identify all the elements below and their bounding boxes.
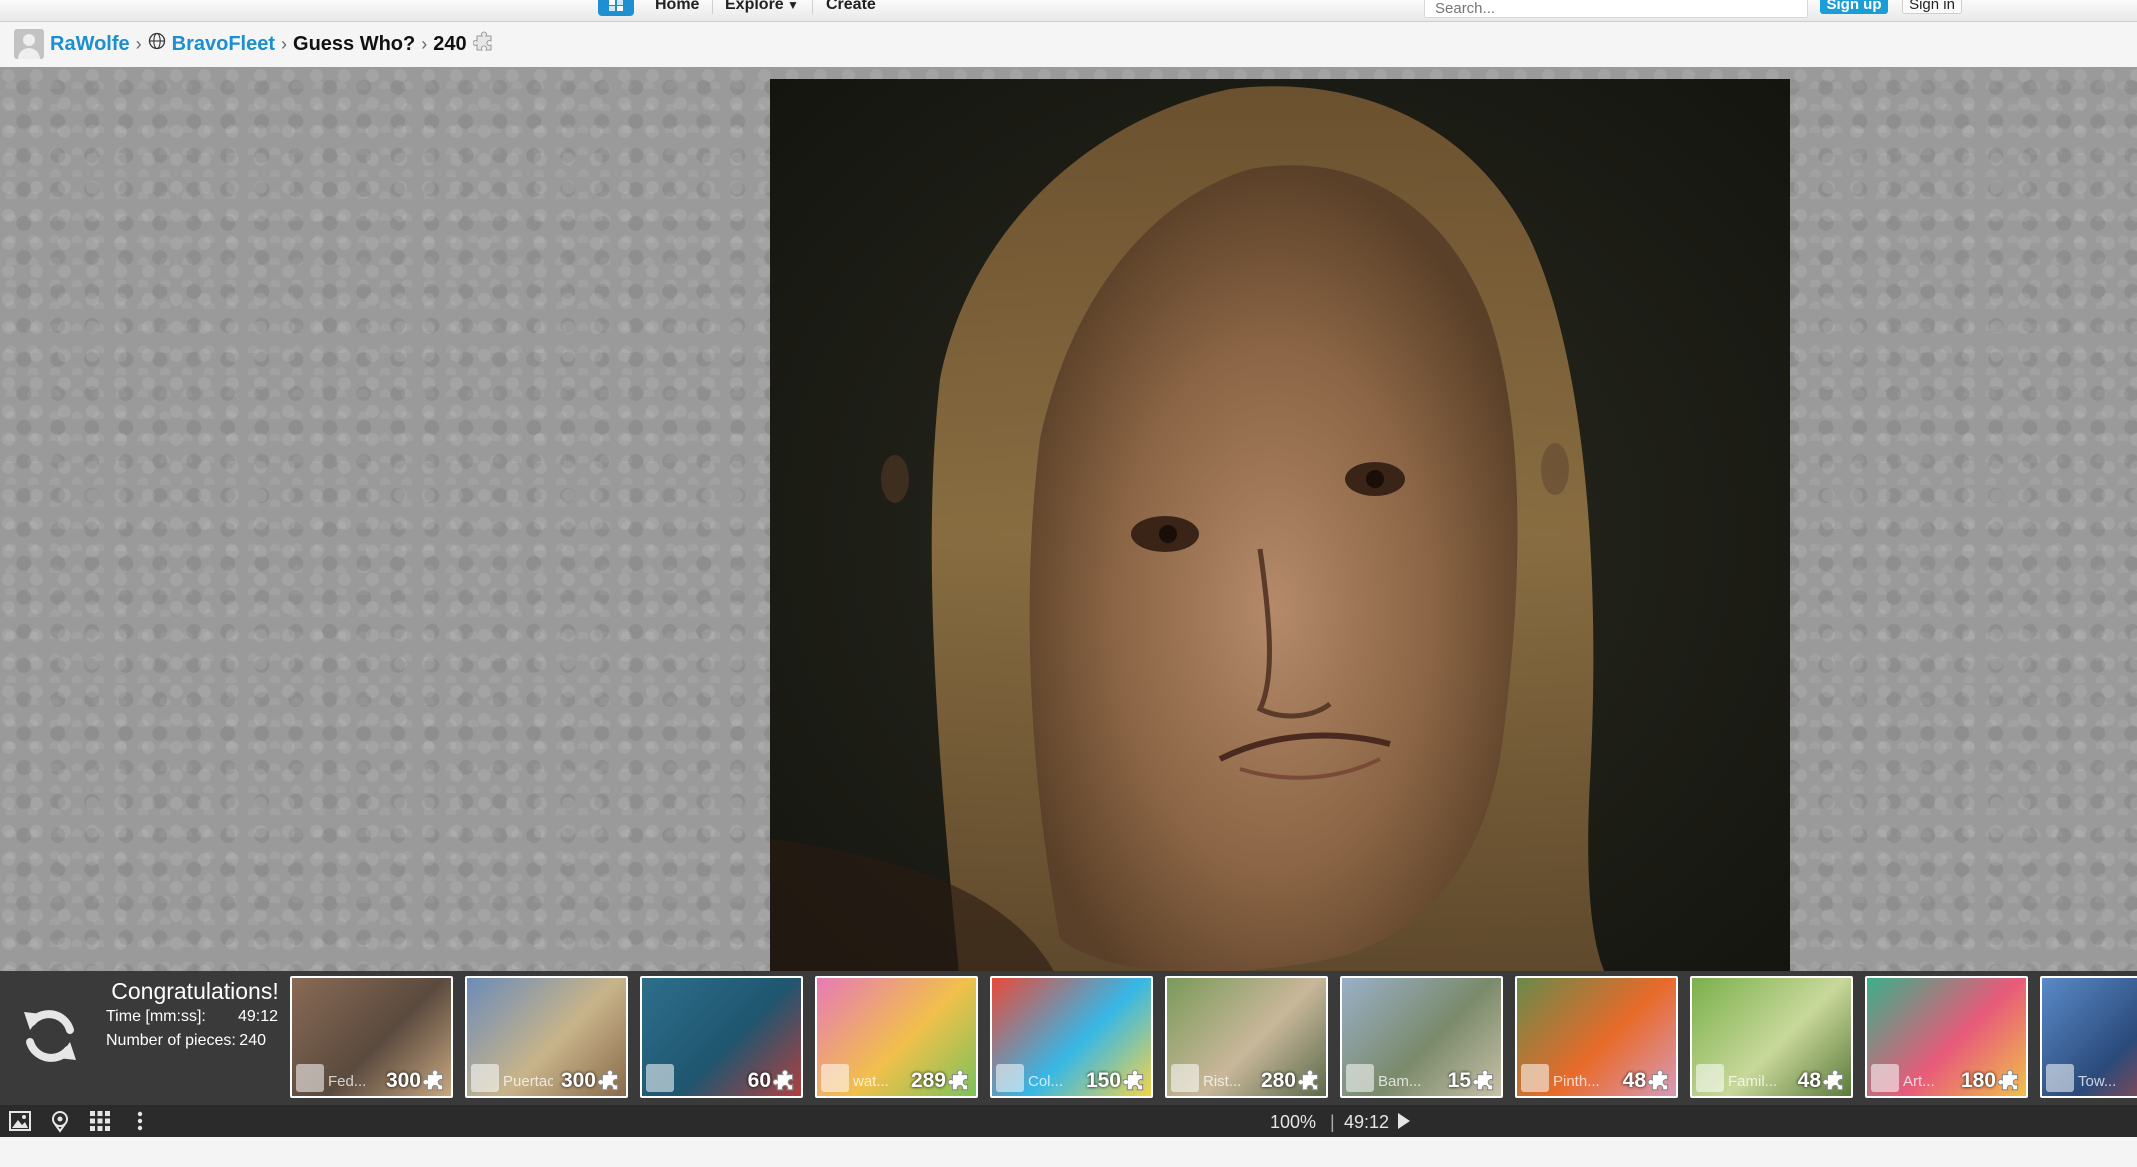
thumbnail-title: wat... (853, 1073, 889, 1090)
timer: 49:12 (1344, 1112, 1390, 1132)
time-value: 49:12 (237, 1008, 278, 1025)
puzzle-piece-icon (422, 1068, 447, 1092)
thumbnail-piece-count: 48 (1797, 1069, 1821, 1092)
puzzle-piece-icon (1297, 1068, 1322, 1092)
zoom-level: 100% (1270, 1112, 1317, 1132)
thumbnail-piece-count: 180 (1960, 1069, 1996, 1092)
thumbnail-avatar (1521, 1064, 1549, 1092)
thumbnail-title: Fed... (328, 1073, 367, 1090)
breadcrumb-user[interactable]: RaWolfe (50, 33, 130, 56)
thumbnail-piece-count: 150 (1085, 1069, 1121, 1092)
nav-divider (812, 0, 813, 14)
breadcrumb: RaWolfe › BravoFleet › Guess Who? › 240 (14, 28, 495, 60)
breadcrumb-pieces: 240 (433, 32, 467, 55)
chevron-down-icon[interactable]: ▼ (787, 0, 799, 12)
signin-button[interactable]: Sign in (1902, 0, 1962, 14)
thumbnail-title: Famil... (1728, 1073, 1778, 1090)
thumbnail-title: Rist... (1203, 1073, 1242, 1090)
puzzle-piece-icon (1647, 1068, 1672, 1092)
thumbnail-card[interactable]: Rist... 280 (1165, 976, 1328, 1098)
thumbnail-card[interactable]: Bam... 15 (1340, 976, 1503, 1098)
thumbnail-title: Col... (1028, 1073, 1064, 1090)
puzzle-piece-icon (947, 1068, 972, 1092)
reload-icon[interactable] (14, 1000, 86, 1072)
thumbnail-title: Puertac... (503, 1073, 553, 1090)
time-label: Time [mm:ss]: (106, 1008, 206, 1025)
thumbnail-avatar (2046, 1064, 2074, 1092)
nav-explore[interactable]: Explore (725, 0, 784, 14)
chevron-right-icon: › (421, 33, 428, 54)
thumbnail-avatar (821, 1064, 849, 1092)
user-avatar[interactable] (14, 29, 44, 59)
pieces-grid-icon[interactable] (88, 1109, 112, 1133)
thumbnail-card[interactable]: Col... 150 (990, 976, 1153, 1098)
thumbnail-avatar (1346, 1064, 1374, 1092)
nav-create[interactable]: Create (826, 0, 876, 14)
thumbnail-avatar (1696, 1064, 1724, 1092)
thumbnail-card[interactable]: Art... 180 (1865, 976, 2028, 1098)
thumbnail-piece-count: 300 (385, 1069, 421, 1092)
thumbnail-piece-count: 15 (1447, 1069, 1471, 1092)
more-menu-icon[interactable] (128, 1109, 152, 1133)
image-icon[interactable] (8, 1109, 32, 1133)
puzzle-piece-icon (1997, 1068, 2022, 1092)
search-input[interactable] (1424, 0, 1808, 18)
puzzle-piece-icon (772, 1068, 797, 1092)
thumbnail-title: Art... (1903, 1073, 1935, 1090)
thumbnail-card[interactable]: 60 (640, 976, 803, 1098)
puzzle-piece-icon (472, 30, 495, 58)
puzzle-piece-icon (1822, 1068, 1847, 1092)
thumbnail-avatar (996, 1064, 1024, 1092)
puzzle-logo-icon[interactable] (598, 0, 634, 16)
thumbnail-card[interactable]: Fed... 300 (290, 976, 453, 1098)
thumbnail-piece-count: 48 (1622, 1069, 1646, 1092)
breadcrumb-puzzle-title: Guess Who? (293, 32, 416, 55)
thumbnail-card[interactable]: Puertac... 300 (465, 976, 628, 1098)
nav-home[interactable]: Home (655, 0, 699, 14)
chevron-right-icon: › (135, 33, 142, 54)
thumbnail-avatar (1871, 1064, 1899, 1092)
thumbnail-card[interactable]: wat... 289 (815, 976, 978, 1098)
completed-puzzle-image[interactable] (770, 79, 1790, 983)
congratulations-title: Congratulations! (111, 978, 279, 1004)
thumbnail-piece-count: 280 (1260, 1069, 1296, 1092)
thumbnail-card[interactable]: Famil... 48 (1690, 976, 1853, 1098)
thumbnail-piece-count: 289 (910, 1069, 946, 1092)
top-nav (0, 0, 2137, 22)
thumbnail-piece-count: 60 (747, 1069, 771, 1092)
breadcrumb-group[interactable]: BravoFleet (172, 33, 275, 56)
nav-divider (712, 0, 713, 14)
pieces-label: Number of pieces: (106, 1032, 236, 1049)
thumbnail-title: Tow... (2078, 1073, 2117, 1090)
thumbnail-card[interactable]: Pinth... 48 (1515, 976, 1678, 1098)
thumbnail-title: Pinth... (1553, 1073, 1600, 1090)
thumbnail-card[interactable]: Tow... (2040, 976, 2137, 1098)
ghost-image-icon[interactable] (48, 1109, 72, 1133)
bottom-toolbar (0, 1105, 2137, 1137)
thumbnail-piece-count: 300 (560, 1069, 596, 1092)
signup-button[interactable]: Sign up (1820, 0, 1888, 14)
thumbnail-avatar (471, 1064, 499, 1092)
chevron-right-icon: › (281, 33, 288, 54)
thumbnail-title: Bam... (1378, 1073, 1422, 1090)
puzzle-piece-icon (1472, 1068, 1497, 1092)
play-icon[interactable] (1398, 1113, 1410, 1129)
thumbnail-avatar (296, 1064, 324, 1092)
globe-icon (148, 32, 166, 56)
pieces-value: 240 (239, 1032, 266, 1049)
puzzle-piece-icon (1122, 1068, 1147, 1092)
puzzle-piece-icon (597, 1068, 622, 1092)
thumbnail-avatar (1171, 1064, 1199, 1092)
status-separator: | (1330, 1112, 1335, 1132)
thumbnail-avatar (646, 1064, 674, 1092)
page-footer (0, 1137, 2137, 1167)
